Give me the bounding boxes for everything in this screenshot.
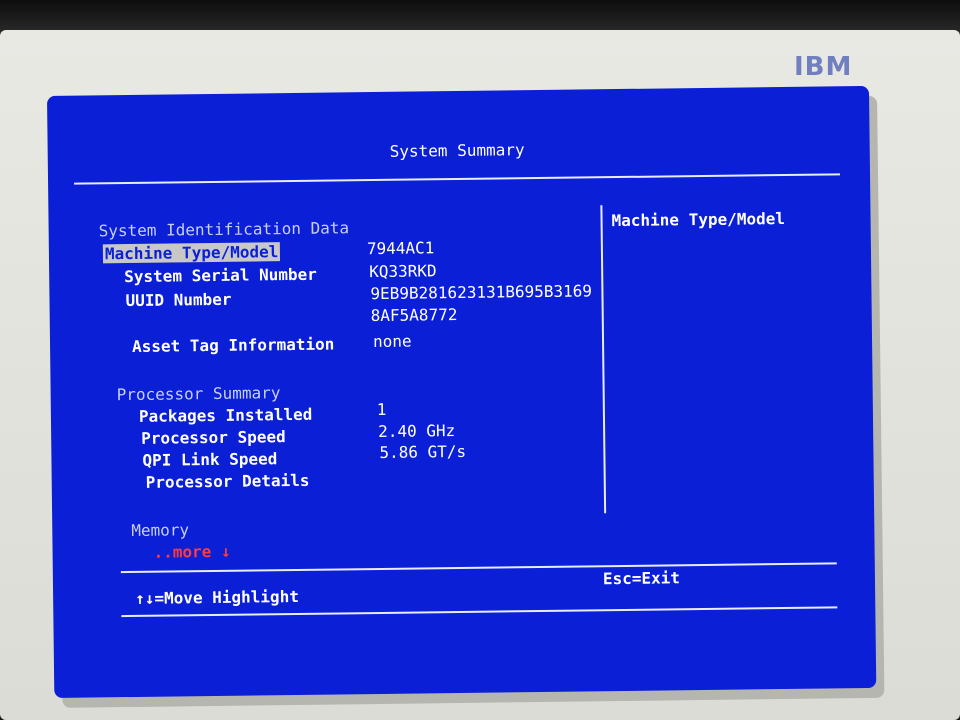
item-asset-tag-value: none [372,331,412,352]
monitor-bezel-top [0,0,960,34]
item-processor-speed-value: 2.40 GHz [378,421,456,441]
footer-divider-bottom [121,606,838,618]
section-heading-processor: Processor Summary [116,383,281,405]
item-qpi-label[interactable]: QPI Link Speed [142,449,277,470]
item-processor-speed-label[interactable]: Processor Speed [141,427,286,448]
item-machine-type-value: 7944AC1 [366,238,435,259]
panel-divider [600,205,607,514]
item-machine-type-label[interactable]: Machine Type/Model [102,242,281,264]
item-qpi-value: 5.86 GT/s [379,441,467,462]
item-uuid-value-line2: 8AF5A8772 [370,305,458,326]
item-uuid-label[interactable]: UUID Number [125,290,231,310]
item-serial-value: KQ33RKD [369,261,437,282]
item-uuid-value-line1: 9EB9B281623131B695B3169 [370,281,593,304]
help-panel-text: Machine Type/Model [611,208,786,231]
section-heading-memory: Memory [131,520,190,541]
footer-exit-hint[interactable]: Esc=Exit [603,568,680,588]
item-processor-details-label[interactable]: Processor Details [146,471,310,492]
item-serial-label[interactable]: System Serial Number [124,265,317,286]
page-title: System Summary [389,140,525,161]
bios-screen: System Summary System Identification Dat… [47,85,877,698]
footer-divider-top [120,562,837,574]
item-asset-tag-label[interactable]: Asset Tag Information [132,335,335,356]
footer-move-hint: ↑↓=Move Highlight [135,586,300,608]
item-packages-label[interactable]: Packages Installed [139,405,313,426]
item-packages-value: 1 [376,399,387,419]
more-indicator: ..more ↓ [153,541,231,562]
brand-logo: IBM [794,52,853,82]
section-heading-identification: System Identification Data [98,218,350,241]
title-divider [74,173,841,185]
